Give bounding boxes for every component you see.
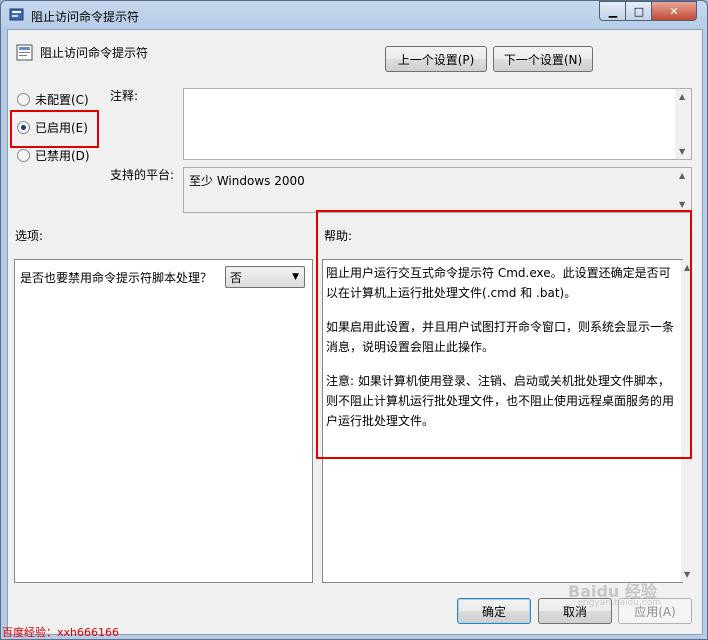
dialog-client: 阻止访问命令提示符 上一个设置(P) 下一个设置(N) 未配置(C) 已启用(E…	[2, 29, 703, 639]
options-panel: 是否也要禁用命令提示符脚本处理？ 否 ▼	[14, 259, 313, 583]
radio-not-configured[interactable]: 未配置(C)	[17, 91, 89, 108]
close-icon: ✕	[669, 4, 679, 18]
help-panel: 阻止用户运行交互式命令提示符 Cmd.exe。此设置还确定是否可以在计算机上运行…	[322, 259, 683, 583]
radio-not-configured-label: 未配置(C)	[35, 93, 89, 107]
prev-setting-button[interactable]: 上一个设置(P)	[385, 46, 487, 72]
setting-icon	[16, 44, 34, 62]
close-button[interactable]: ✕	[651, 1, 697, 21]
radio-disabled-label: 已禁用(D)	[35, 149, 90, 163]
scroll-down-icon[interactable]: ▼	[684, 570, 690, 579]
watermark-left: 百度经验：xxh666166	[2, 626, 119, 639]
minimize-icon: ▁	[608, 4, 618, 18]
radio-enabled-dot	[17, 121, 30, 134]
title-bar[interactable]: 阻止访问命令提示符 ▁ □ ✕	[1, 1, 707, 29]
prev-setting-label: 上一个设置(P)	[397, 52, 475, 67]
window-title: 阻止访问命令提示符	[31, 10, 140, 24]
watermark-right-sub: jingyan.baidu.com	[578, 598, 662, 608]
help-paragraph: 注意: 如果计算机使用登录、注销、启动或关机批处理文件脚本，则不阻止计算机运行批…	[326, 374, 675, 428]
help-paragraph: 如果启用此设置，并且用户试图打开命令窗口，则系统会显示一条消息，说明设置会阻止此…	[326, 320, 675, 354]
platform-scrollbar[interactable]: ▲ ▼	[675, 168, 691, 212]
scroll-down-icon[interactable]: ▼	[679, 147, 685, 156]
script-select-value: 否	[230, 270, 243, 285]
radio-enabled[interactable]: 已启用(E)	[17, 119, 88, 136]
next-setting-label: 下一个设置(N)	[503, 52, 583, 67]
scroll-up-icon[interactable]: ▲	[679, 171, 685, 180]
ok-button[interactable]: 确定	[457, 598, 531, 624]
next-setting-button[interactable]: 下一个设置(N)	[493, 46, 593, 72]
scroll-up-icon[interactable]: ▲	[684, 263, 690, 272]
script-select[interactable]: 否 ▼	[225, 266, 305, 288]
radio-not-configured-dot	[17, 93, 30, 106]
comment-scrollbar[interactable]: ▲ ▼	[675, 89, 691, 159]
radio-enabled-label: 已启用(E)	[35, 121, 88, 135]
radio-disabled[interactable]: 已禁用(D)	[17, 147, 90, 164]
comment-label: 注释:	[110, 89, 139, 103]
scroll-down-icon[interactable]: ▼	[679, 200, 685, 209]
policy-icon	[9, 7, 25, 23]
help-label: 帮助:	[324, 229, 353, 243]
ok-label: 确定	[481, 604, 506, 619]
platform-label: 支持的平台:	[110, 168, 175, 182]
help-text: 阻止用户运行交互式命令提示符 Cmd.exe。此设置还确定是否可以在计算机上运行…	[326, 263, 676, 445]
scroll-up-icon[interactable]: ▲	[679, 92, 685, 101]
chevron-down-icon: ▼	[292, 272, 299, 282]
maximize-icon: □	[633, 4, 645, 18]
comment-textarea[interactable]: ▲ ▼	[183, 88, 692, 160]
help-scrollbar[interactable]: ▲ ▼	[681, 260, 695, 582]
setting-title: 阻止访问命令提示符	[40, 46, 149, 60]
script-question: 是否也要禁用命令提示符脚本处理？	[20, 271, 213, 285]
platform-value: 至少 Windows 2000	[189, 174, 305, 188]
platform-field: 至少 Windows 2000 ▲ ▼	[183, 167, 692, 213]
help-paragraph: 阻止用户运行交互式命令提示符 Cmd.exe。此设置还确定是否可以在计算机上运行…	[326, 266, 671, 300]
maximize-button[interactable]: □	[625, 1, 653, 21]
options-label: 选项:	[15, 229, 44, 243]
radio-disabled-dot	[17, 149, 30, 162]
minimize-button[interactable]: ▁	[599, 1, 627, 21]
dialog-window: 阻止访问命令提示符 ▁ □ ✕ 阻止访问命令提示符 上一个设置(P) 下一个设置…	[0, 0, 708, 640]
